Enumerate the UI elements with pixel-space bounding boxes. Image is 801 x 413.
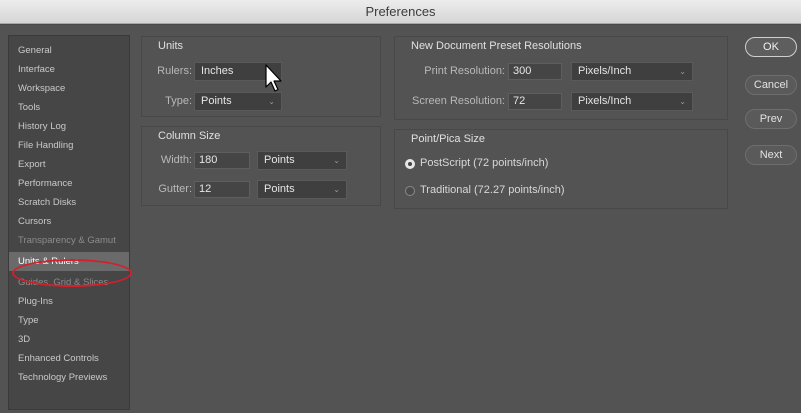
screen-resolution-label: Screen Resolution: [412,95,505,107]
print-resolution-input[interactable]: 300 [508,63,562,80]
cancel-button[interactable]: Cancel [745,75,797,95]
rulers-value: Inches [201,65,234,77]
print-resolution-label: Print Resolution: [424,65,505,77]
title-bar: Preferences [0,0,801,24]
postscript-label[interactable]: PostScript (72 points/inch) [420,157,548,169]
mouse-cursor-icon [265,64,282,92]
ok-button[interactable]: OK [745,37,797,57]
sidebar-item-enhanced-controls[interactable]: Enhanced Controls [9,349,129,368]
sidebar-item-workspace[interactable]: Workspace [9,79,129,98]
traditional-radio[interactable] [405,186,415,196]
preferences-sidebar: General Interface Workspace Tools Histor… [8,35,132,410]
sidebar-item-units-rulers[interactable]: Units & Rulers [9,252,129,271]
sidebar-item-interface[interactable]: Interface [9,60,129,79]
dialog-body: General Interface Workspace Tools Histor… [0,25,801,413]
gutter-label: Gutter: [158,183,192,195]
prev-button[interactable]: Prev [745,109,797,129]
sidebar-item-general[interactable]: General [9,41,129,60]
sidebar-item-technology-previews[interactable]: Technology Previews [9,368,129,387]
gutter-unit-value: Points [264,183,295,195]
preset-resolutions-title: New Document Preset Resolutions [411,40,582,52]
window-title: Preferences [365,4,436,19]
chevron-down-icon: ⌄ [333,185,340,194]
sidebar-item-type[interactable]: Type [9,311,129,330]
rulers-label: Rulers: [157,65,192,77]
sidebar-item-guides-grid-slices[interactable]: Guides, Grid & Slices [9,273,129,292]
sidebar-item-export[interactable]: Export [9,155,129,174]
type-value: Points [201,95,232,107]
column-size-panel: Column Size Width: 180 Points ⌄ Gutter: … [141,126,381,206]
type-select[interactable]: Points ⌄ [194,92,282,111]
column-size-title: Column Size [158,130,221,142]
traditional-label[interactable]: Traditional (72.27 points/inch) [420,184,565,196]
preset-resolutions-panel: New Document Preset Resolutions Print Re… [394,36,728,120]
width-input[interactable]: 180 [194,152,250,169]
units-title: Units [158,40,184,52]
gutter-unit-select[interactable]: Points ⌄ [257,180,347,199]
point-pica-title: Point/Pica Size [411,133,485,145]
units-panel: Units Rulers: Inches ⌄ Type: Points ⌄ [141,36,381,117]
print-resolution-unit-value: Pixels/Inch [578,65,632,77]
chevron-down-icon: ⌄ [679,97,686,106]
screen-resolution-unit-select[interactable]: Pixels/Inch ⌄ [571,92,693,111]
width-unit-select[interactable]: Points ⌄ [257,151,347,170]
sidebar-item-tools[interactable]: Tools [9,98,129,117]
sidebar-item-performance[interactable]: Performance [9,174,129,193]
sidebar-item-history-log[interactable]: History Log [9,117,129,136]
print-resolution-unit-select[interactable]: Pixels/Inch ⌄ [571,62,693,81]
type-label: Type: [165,95,192,107]
chevron-down-icon: ⌄ [333,156,340,165]
sidebar-item-file-handling[interactable]: File Handling [9,136,129,155]
postscript-radio[interactable] [405,159,415,169]
chevron-down-icon: ⌄ [679,67,686,76]
gutter-input[interactable]: 12 [194,181,250,198]
point-pica-panel: Point/Pica Size PostScript (72 points/in… [394,129,728,209]
next-button[interactable]: Next [745,145,797,165]
sidebar-item-3d[interactable]: 3D [9,330,129,349]
chevron-down-icon: ⌄ [268,97,275,106]
screen-resolution-input[interactable]: 72 [508,93,562,110]
screen-resolution-unit-value: Pixels/Inch [578,95,632,107]
width-label: Width: [160,154,192,166]
sidebar-item-plug-ins[interactable]: Plug-Ins [9,292,129,311]
sidebar-item-transparency-gamut[interactable]: Transparency & Gamut [9,231,129,250]
width-unit-value: Points [264,154,295,166]
sidebar-item-cursors[interactable]: Cursors [9,212,129,231]
sidebar-item-scratch-disks[interactable]: Scratch Disks [9,193,129,212]
